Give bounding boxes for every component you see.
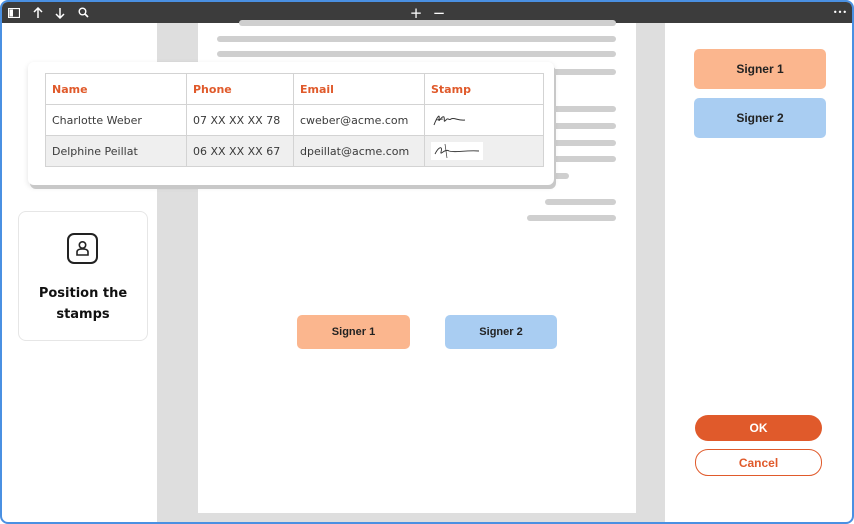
signer-1-stamp-button[interactable]: Signer 1	[694, 49, 826, 89]
signer-phone: 07 XX XX XX 78	[186, 104, 294, 136]
more-icon[interactable]: •••	[832, 2, 848, 23]
text-line	[547, 156, 616, 162]
cancel-button[interactable]: Cancel	[695, 449, 822, 476]
ok-button[interactable]: OK	[695, 415, 822, 441]
text-line	[547, 69, 616, 75]
signer-2-stamp-button[interactable]: Signer 2	[694, 98, 826, 138]
signer-name: Charlotte Weber	[45, 104, 187, 136]
position-stamps-label: Position the stamps	[38, 286, 128, 322]
placed-stamp-signer-1[interactable]: Signer 1	[297, 315, 410, 349]
signer-stamp-cell	[424, 104, 544, 136]
signer-name: Delphine Peillat	[45, 135, 187, 167]
search-icon[interactable]	[75, 2, 91, 23]
signer-email: cweber@acme.com	[293, 104, 425, 136]
signer-email: dpeillat@acme.com	[293, 135, 425, 167]
column-header-email: Email	[293, 73, 425, 105]
signature-image	[431, 142, 483, 160]
column-header-name: Name	[45, 73, 187, 105]
text-line	[217, 36, 616, 42]
signer-stamp-cell	[424, 135, 544, 167]
text-line	[527, 215, 616, 221]
table-row[interactable]: Charlotte Weber 07 XX XX XX 78 cweber@ac…	[45, 104, 544, 136]
text-line	[239, 20, 616, 26]
window-frame: + − ••• Name Phone Email Stamp Charlotte…	[0, 0, 854, 524]
table-row[interactable]: Delphine Peillat 06 XX XX XX 67 dpeillat…	[45, 135, 544, 167]
stamp-person-icon	[67, 233, 98, 264]
arrow-up-icon[interactable]	[30, 2, 46, 23]
arrow-down-icon[interactable]	[52, 2, 68, 23]
signature-image	[433, 115, 466, 126]
sidebar-toggle-icon[interactable]	[6, 2, 22, 23]
signers-table: Name Phone Email Stamp Charlotte Weber 0…	[45, 73, 544, 167]
text-line	[547, 140, 616, 146]
position-stamps-card[interactable]: Position the stamps	[18, 211, 148, 341]
text-line	[547, 106, 616, 112]
text-line	[217, 51, 616, 57]
signers-table-card: Name Phone Email Stamp Charlotte Weber 0…	[28, 62, 554, 185]
text-line	[545, 199, 616, 205]
column-header-stamp: Stamp	[424, 73, 544, 105]
placed-stamp-signer-2[interactable]: Signer 2	[445, 315, 557, 349]
signer-phone: 06 XX XX XX 67	[186, 135, 294, 167]
text-line	[547, 123, 616, 129]
column-header-phone: Phone	[186, 73, 294, 105]
table-header-row: Name Phone Email Stamp	[45, 73, 544, 105]
